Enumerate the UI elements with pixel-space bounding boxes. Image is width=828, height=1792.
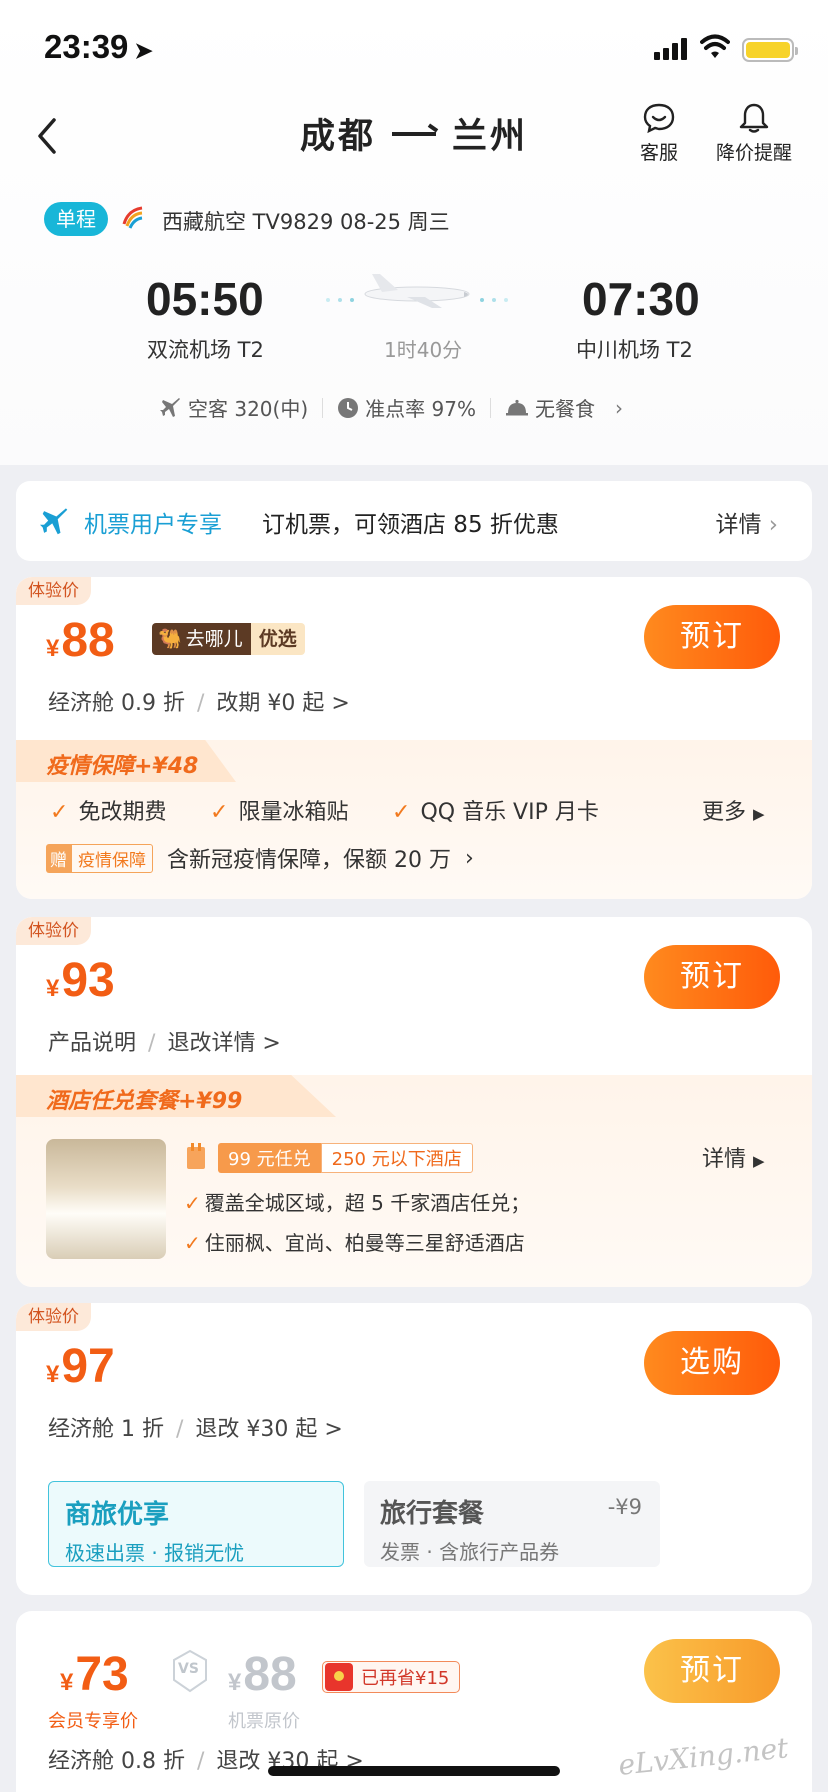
offer-price: ¥93 [46,954,115,1007]
check-icon: ✓ [210,800,229,825]
business-option[interactable]: 商旅优享 极速出票 · 报销无忧 [48,1481,344,1567]
buy-button[interactable]: 选购 [644,1331,780,1395]
offer-price: ¥97 [46,1340,115,1393]
promo-details-link[interactable]: 详情 › [715,505,778,539]
departure-time: 05:50 [146,273,264,325]
package-section[interactable]: 酒店任兑套餐+¥99 99 元任兑 250 元以下酒店 详情 ▶ ✓ 覆盖全城区域，… [16,1075,812,1287]
route-arrow-icon [392,131,437,136]
trial-price-tag: 体验价 [16,917,91,945]
home-indicator[interactable] [268,1766,560,1776]
aircraft-type: 空客 320(中) [188,397,309,421]
route-title: 成都 兰州 [300,108,528,159]
check-icon: ✓ [184,1231,201,1255]
package-section[interactable]: 疫情保障+¥48 ✓ 免改期费 ✓ 限量冰箱贴 ✓ QQ 音乐 VIP 月卡 更多 ▶… [16,740,812,899]
trial-price-tag: 体验价 [16,1303,91,1331]
package-title: 疫情保障+¥48 [46,754,199,779]
book-button[interactable]: 预订 [644,605,780,669]
chevron-right-icon: › [614,395,623,420]
saved-badge: 已再省¥15 [322,1661,461,1693]
status-time: 23:39 ➤ [44,28,153,65]
meal-cloche-icon [505,398,529,418]
benefit-item: ✓ QQ 音乐 VIP 月卡 [392,800,599,825]
check-icon: ✓ [50,800,69,825]
check-icon: ✓ [392,800,411,825]
hotel-voucher-tag: 99 元任兑 250 元以下酒店 [218,1143,473,1173]
offer-card[interactable]: 体验价 ¥93 预订 产品说明 / 退改详情 > 酒店任兑套餐+¥99 99 元任兑… [16,917,812,1287]
member-price: ¥73 [60,1648,129,1701]
gift-text: 含新冠疫情保障，保额 20 万 [167,848,451,873]
business-option-title: 商旅优享 [65,1500,170,1530]
offer-price: ¥88 [46,614,115,667]
travel-package-title: 旅行套餐 [380,1499,485,1529]
promo-banner[interactable]: 机票用户专享 订机票，可领酒店 85 折优惠 详情 › [16,481,812,561]
destination-city: 兰州 [452,117,529,157]
hotel-details-link[interactable]: 详情 ▶ [702,1141,765,1173]
offer-sub-line[interactable]: 经济舱 1 折 / 退改 ¥30 起 > [48,1411,343,1443]
promo-text: 订机票，可领酒店 85 折优惠 [262,512,559,538]
location-arrow-icon: ➤ [134,38,153,63]
hotel-room-image [46,1139,166,1259]
book-button[interactable]: 预订 [644,1639,780,1703]
travel-package-diff: -¥9 [607,1495,642,1519]
chat-bubble-icon [643,103,675,134]
hotel-feature: ✓ 住丽枫、宜尚、柏曼等三星舒适酒店 [184,1231,525,1255]
meal-info: 无餐食 [534,397,595,421]
offer-sub-line[interactable]: 产品说明 / 退改详情 > [48,1025,281,1057]
triangle-right-icon: ▶ [753,1152,765,1170]
more-benefits-link[interactable]: 更多 ▶ [702,794,765,826]
flight-duration: 1时40分 [384,338,463,362]
battery-icon [742,38,798,62]
wifi-icon [700,34,730,58]
customer-service-button[interactable]: 客服 [640,102,678,165]
airline-logo-icon [122,206,143,229]
arrival-airport: 中川机场 T2 [576,338,693,362]
camel-icon: 🐫 [158,628,182,650]
customer-service-label: 客服 [640,142,679,164]
gift-row[interactable]: 赠 疫情保障 含新冠疫情保障，保额 20 万 › [46,842,474,874]
chevron-right-icon: › [768,512,778,538]
travel-package-option[interactable]: 旅行套餐 发票 · 含旅行产品券 -¥9 [364,1481,660,1567]
offer-card[interactable]: 体验价 ¥88 🐫 去哪儿 优选 预订 经济舱 0.9 折 / 改期 ¥0 起 > 疫… [16,577,812,899]
arrival-time: 07:30 [582,273,700,325]
check-icon: ✓ [184,1191,201,1215]
benefit-item: ✓ 免改期费 [50,800,167,825]
offer-sub-line[interactable]: 经济舱 0.9 折 / 改期 ¥0 起 > [48,685,350,717]
bell-icon [739,103,769,133]
trip-type-tag: 单程 [44,202,108,236]
on-time-rate: 准点率 97% [365,397,476,421]
member-price-label: 会员专享价 [48,1711,138,1732]
flight-meta: 西藏航空 TV9829 08-25 周三 [162,210,450,234]
book-button[interactable]: 预订 [644,945,780,1009]
flight-info-row[interactable]: 空客 320(中) 准点率 97% 无餐食 › [160,393,623,422]
vs-label: VS [178,1661,199,1677]
offer-card[interactable]: 体验价 ¥97 选购 经济舱 1 折 / 退改 ¥30 起 > 商旅优享 极速出票 … [16,1303,812,1595]
airplane-icon [326,274,508,308]
clock-icon [337,397,359,419]
travel-package-sub: 发票 · 含旅行产品券 [380,1540,560,1564]
original-price-label: 机票原价 [228,1711,300,1732]
red-packet-icon [325,1663,353,1691]
original-price: ¥88 [228,1648,297,1701]
origin-city: 成都 [300,117,377,157]
triangle-right-icon: ▶ [753,805,765,823]
qunar-select-badge: 🐫 去哪儿 优选 [152,623,305,655]
price-alert-button[interactable]: 降价提醒 [716,102,792,165]
package-title: 酒店任兑套餐+¥99 [46,1089,243,1114]
gift-name: 疫情保障 [71,843,153,873]
chevron-right-icon: › [464,845,474,871]
hotel-feature: ✓ 覆盖全城区域，超 5 千家酒店任兑； [184,1191,531,1215]
plane-promo-icon [40,508,68,535]
benefit-item: ✓ 限量冰箱贴 [210,800,349,825]
back-arrow-icon[interactable] [30,112,70,160]
coupon-icon [187,1143,205,1169]
price-alert-label: 降价提醒 [716,142,793,164]
trial-price-tag: 体验价 [16,577,91,605]
departure-airport: 双流机场 T2 [147,338,264,362]
business-option-sub: 极速出票 · 报销无忧 [65,1541,245,1565]
plane-small-icon [160,397,182,419]
cellular-signal-icon [654,38,688,60]
gift-tag: 赠 [46,843,71,873]
promo-label: 机票用户专享 [84,512,222,538]
